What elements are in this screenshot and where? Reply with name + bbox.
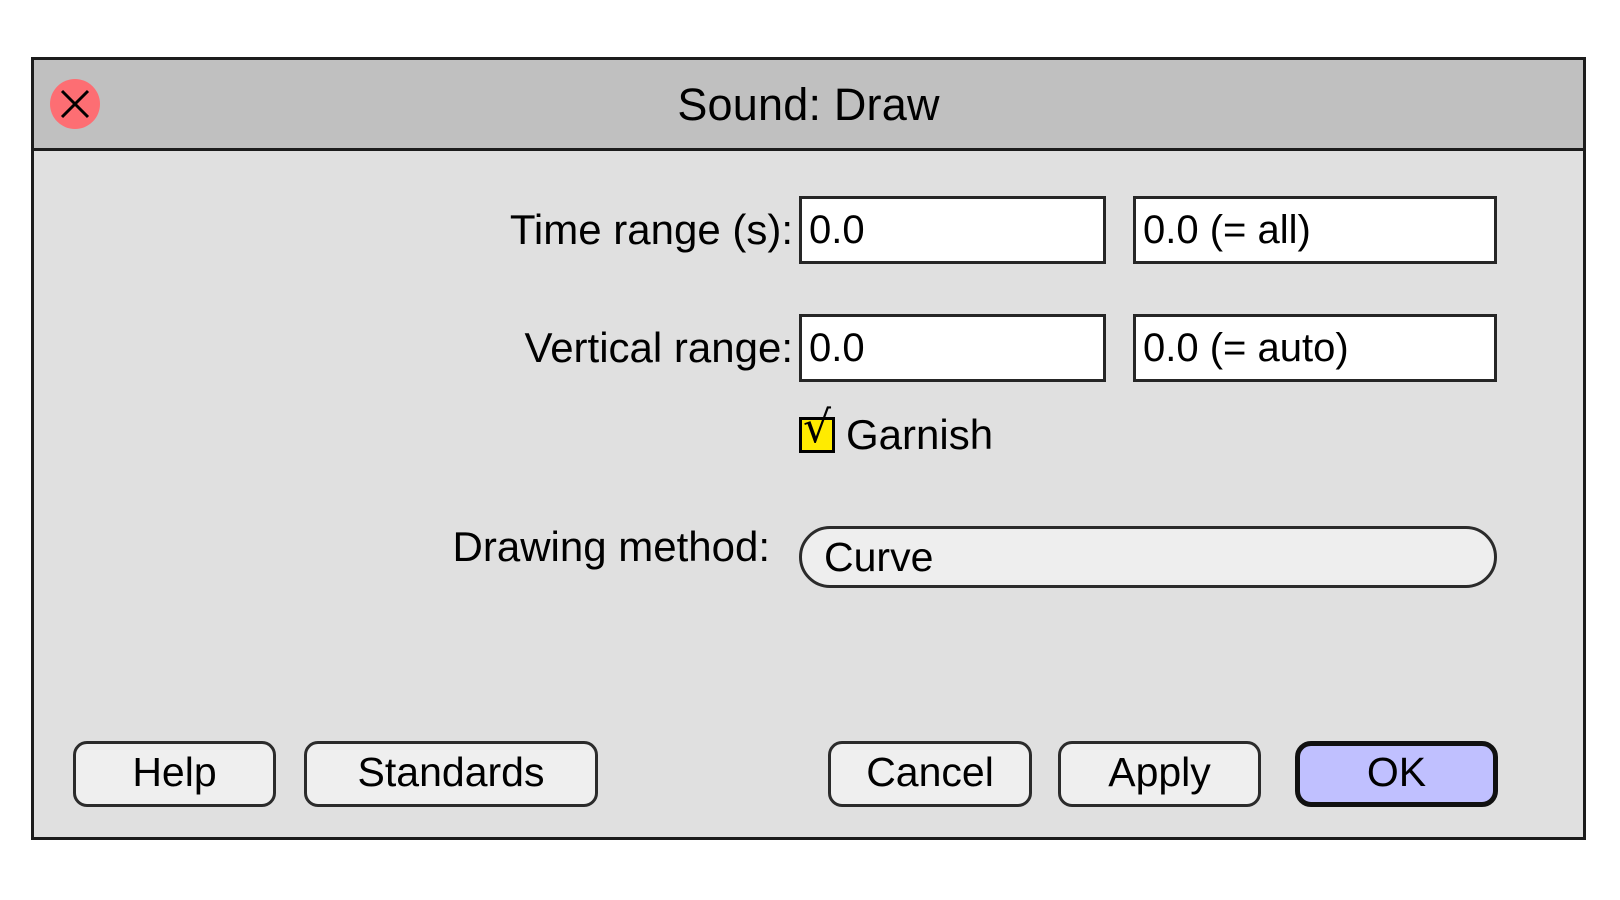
time-range-to-input[interactable]: 0.0 (= all): [1133, 196, 1497, 264]
close-x-icon: [60, 89, 90, 119]
title-bar: Sound: Draw: [34, 60, 1583, 151]
close-button[interactable]: [50, 79, 100, 129]
drawing-method-select[interactable]: Curve: [799, 526, 1497, 588]
form-row-drawing-method: Drawing method: Curve: [34, 526, 1583, 588]
time-range-from-input[interactable]: 0.0: [799, 196, 1106, 264]
garnish-label: Garnish: [846, 411, 994, 458]
checkmark-icon: √: [803, 402, 832, 453]
standards-button[interactable]: Standards: [304, 741, 598, 807]
help-button[interactable]: Help: [73, 741, 276, 807]
sound-draw-dialog: Sound: Draw Time range (s): 0.0 0.0 (= a…: [31, 57, 1586, 840]
window-title: Sound: Draw: [677, 78, 940, 130]
vertical-range-label: Vertical range:: [524, 324, 794, 371]
cancel-button[interactable]: Cancel: [828, 741, 1032, 807]
garnish-row: √ Garnish: [799, 406, 994, 458]
form-row-vertical-range: Vertical range: 0.0 0.0 (= auto): [34, 314, 1583, 382]
garnish-checkbox[interactable]: √: [799, 406, 835, 453]
button-bar: Help Standards Cancel Apply OK: [34, 741, 1583, 807]
time-range-label: Time range (s):: [509, 206, 793, 253]
ok-button[interactable]: OK: [1295, 741, 1498, 807]
drawing-method-label: Drawing method:: [452, 523, 770, 570]
dialog-body: Time range (s): 0.0 0.0 (= all) Vertical…: [34, 151, 1583, 837]
vertical-range-from-input[interactable]: 0.0: [799, 314, 1106, 382]
form-row-time-range: Time range (s): 0.0 0.0 (= all): [34, 196, 1583, 264]
vertical-range-to-input[interactable]: 0.0 (= auto): [1133, 314, 1497, 382]
apply-button[interactable]: Apply: [1058, 741, 1261, 807]
